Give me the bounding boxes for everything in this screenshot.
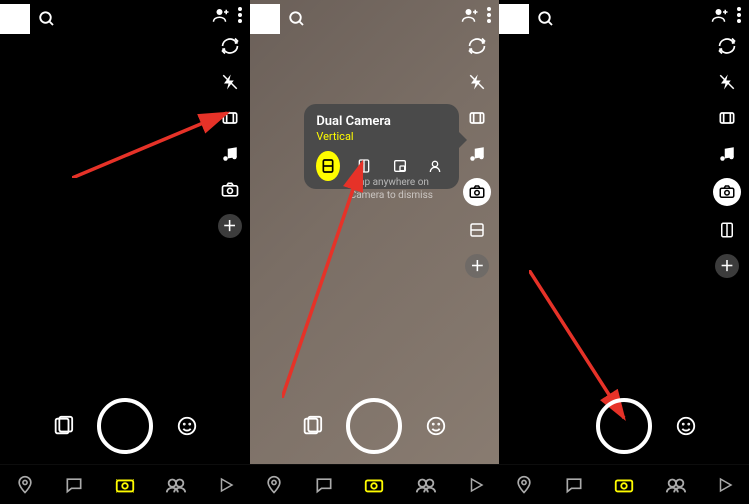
flip-camera-icon[interactable]	[218, 34, 242, 58]
add-tool-button[interactable]: ＋	[218, 214, 242, 238]
search-icon[interactable]	[288, 10, 306, 28]
dual-camera-icon[interactable]	[713, 178, 741, 206]
bottom-nav	[250, 464, 500, 504]
add-tool-button[interactable]: ＋	[715, 254, 739, 278]
bottom-nav	[499, 464, 749, 504]
profile-avatar[interactable]	[0, 4, 30, 34]
flash-icon[interactable]	[465, 70, 489, 94]
capture-row	[0, 398, 250, 454]
camera-tab-icon[interactable]	[114, 474, 136, 496]
video-icon[interactable]	[465, 106, 489, 130]
kebab-menu-icon[interactable]	[487, 7, 491, 23]
camera-toolbar: ＋	[463, 34, 491, 278]
capture-row	[250, 398, 500, 454]
camera-tab-icon[interactable]	[613, 474, 635, 496]
lens-smiley-icon[interactable]	[674, 414, 698, 438]
stories-tab-icon[interactable]	[165, 474, 187, 496]
top-left-group	[499, 4, 555, 34]
chat-tab-icon[interactable]	[64, 475, 84, 495]
dual-camera-icon[interactable]	[218, 178, 242, 202]
camera-toolbar: ＋	[713, 34, 741, 278]
capture-button[interactable]	[97, 398, 153, 454]
camera-toolbar: ＋	[218, 34, 242, 238]
map-tab-icon[interactable]	[514, 475, 534, 495]
top-right-group	[461, 6, 491, 24]
chat-tab-icon[interactable]	[314, 475, 334, 495]
music-icon[interactable]	[715, 142, 739, 166]
popover-subtitle: Vertical	[316, 130, 447, 143]
video-icon[interactable]	[715, 106, 739, 130]
lens-smiley-icon[interactable]	[175, 414, 199, 438]
kebab-menu-icon[interactable]	[238, 7, 242, 23]
spotlight-tab-icon[interactable]	[716, 476, 734, 494]
capture-button[interactable]	[596, 398, 652, 454]
flash-icon[interactable]	[218, 70, 242, 94]
music-icon[interactable]	[218, 142, 242, 166]
top-left-group	[0, 4, 56, 34]
dismiss-hint: Tap anywhere on Camera to dismiss	[331, 176, 451, 202]
add-friend-icon[interactable]	[711, 6, 729, 24]
flip-camera-icon[interactable]	[715, 34, 739, 58]
search-icon[interactable]	[537, 10, 555, 28]
memories-icon[interactable]	[300, 414, 324, 438]
bottom-nav	[0, 464, 250, 504]
search-icon[interactable]	[38, 10, 56, 28]
memories-icon[interactable]	[51, 414, 75, 438]
flip-camera-icon[interactable]	[465, 34, 489, 58]
stories-tab-icon[interactable]	[665, 474, 687, 496]
profile-avatar[interactable]	[250, 4, 280, 34]
capture-button[interactable]	[346, 398, 402, 454]
stories-tab-icon[interactable]	[415, 474, 437, 496]
lens-smiley-icon[interactable]	[424, 414, 448, 438]
map-tab-icon[interactable]	[15, 475, 35, 495]
add-friend-icon[interactable]	[212, 6, 230, 24]
map-tab-icon[interactable]	[264, 475, 284, 495]
spotlight-tab-icon[interactable]	[217, 476, 235, 494]
chat-tab-icon[interactable]	[564, 475, 584, 495]
kebab-menu-icon[interactable]	[737, 7, 741, 23]
top-left-group	[250, 4, 306, 34]
popover-title: Dual Camera	[316, 114, 447, 129]
video-icon[interactable]	[218, 106, 242, 130]
top-right-group	[212, 6, 242, 24]
flash-icon[interactable]	[715, 70, 739, 94]
tutorial-arrow	[72, 68, 242, 178]
screenshot-2: ＋ Dual Camera Vertical Tap anywhere on C…	[250, 0, 500, 504]
layout-option-icon[interactable]	[465, 218, 489, 242]
dual-camera-icon[interactable]	[463, 178, 491, 206]
profile-avatar[interactable]	[499, 4, 529, 34]
capture-row	[499, 398, 749, 454]
spotlight-tab-icon[interactable]	[467, 476, 485, 494]
screenshot-3: ＋	[499, 0, 749, 504]
screenshot-1: ＋	[0, 0, 250, 504]
add-tool-button[interactable]: ＋	[465, 254, 489, 278]
add-friend-icon[interactable]	[461, 6, 479, 24]
layout-option-icon[interactable]	[715, 218, 739, 242]
music-icon[interactable]	[465, 142, 489, 166]
top-right-group	[711, 6, 741, 24]
camera-tab-icon[interactable]	[363, 474, 385, 496]
